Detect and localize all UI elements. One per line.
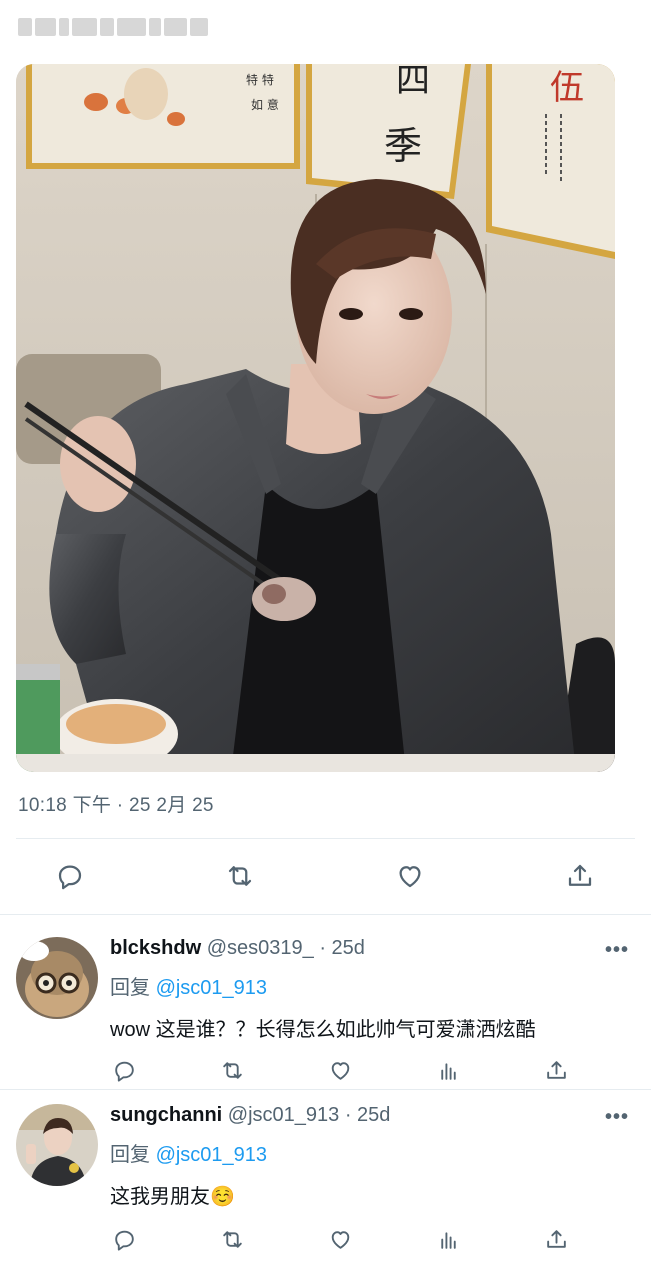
replying-to-prefix: 回复	[110, 977, 156, 999]
reply-time: · 25d	[344, 1104, 391, 1126]
replying-to: 回复 @jsc01_913	[110, 971, 267, 1000]
reply-icon[interactable]	[109, 1224, 139, 1254]
retweet-icon[interactable]	[217, 1055, 247, 1085]
reply-icon[interactable]	[53, 859, 87, 893]
svg-text:如 意: 如 意	[251, 97, 279, 112]
retweet-icon[interactable]	[223, 859, 257, 893]
reply-item[interactable]: sungchanni @jsc01_913 · 25d ••• 回复 @jsc0…	[0, 1104, 651, 1254]
share-icon[interactable]	[541, 1055, 571, 1085]
svg-text:伍: 伍	[550, 68, 584, 108]
svg-text:季: 季	[384, 124, 422, 168]
mention-link[interactable]: @jsc01_913	[156, 977, 267, 999]
share-icon[interactable]	[563, 859, 597, 893]
svg-text:四: 四	[396, 64, 430, 101]
more-options-icon[interactable]: •••	[605, 939, 629, 962]
user-handle[interactable]: @jsc01_913	[228, 1104, 339, 1126]
display-name[interactable]: sungchanni	[110, 1104, 222, 1126]
like-icon[interactable]	[393, 859, 427, 893]
reply-action-bar	[0, 1055, 651, 1085]
replying-to-prefix: 回复	[110, 1144, 156, 1166]
replying-to: 回复 @jsc01_913	[110, 1138, 267, 1167]
display-name[interactable]: blckshdw	[110, 937, 201, 959]
person-photo-avatar	[16, 1104, 98, 1186]
reply-text: wow 这是谁？？长得怎么如此帅气可爱潇洒炫酷	[110, 1019, 536, 1041]
divider	[0, 1089, 651, 1090]
post-photo[interactable]: 特 特 如 意 四 季 伍	[16, 64, 615, 772]
post-photo-illustration: 特 特 如 意 四 季 伍	[16, 64, 615, 772]
more-options-icon[interactable]: •••	[605, 1106, 629, 1129]
cat-with-glasses-avatar	[16, 937, 98, 1019]
user-handle[interactable]: @ses0319_	[207, 937, 314, 959]
mention-link[interactable]: @jsc01_913	[156, 1144, 267, 1166]
reply-text: 这我男朋友☺️	[110, 1186, 235, 1208]
share-icon[interactable]	[541, 1224, 571, 1254]
views-icon[interactable]	[433, 1224, 463, 1254]
reply-action-bar	[0, 1224, 651, 1254]
svg-text:特 特: 特 特	[246, 72, 274, 87]
like-icon[interactable]	[325, 1224, 355, 1254]
avatar[interactable]	[16, 937, 98, 1019]
post-action-bar	[0, 855, 651, 899]
reply-header: blckshdw @ses0319_ · 25d	[110, 937, 365, 960]
divider	[16, 838, 635, 839]
views-icon[interactable]	[433, 1055, 463, 1085]
avatar[interactable]	[16, 1104, 98, 1186]
retweet-icon[interactable]	[217, 1224, 247, 1254]
reply-item[interactable]: blckshdw @ses0319_ · 25d ••• 回复 @jsc01_9…	[0, 937, 651, 1087]
like-icon[interactable]	[325, 1055, 355, 1085]
reply-icon[interactable]	[109, 1055, 139, 1085]
reply-header: sungchanni @jsc01_913 · 25d	[110, 1104, 390, 1127]
post-timestamp: 10:18 下午 · 25 2月 25	[18, 795, 214, 816]
divider	[0, 914, 651, 915]
reply-time: · 25d	[319, 937, 365, 959]
blurred-username	[18, 14, 209, 40]
